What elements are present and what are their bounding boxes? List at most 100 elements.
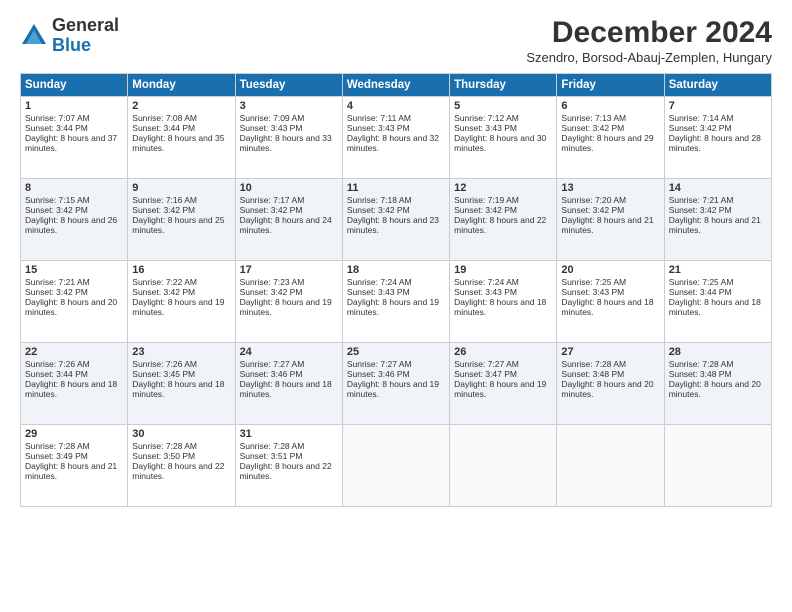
- calendar-cell: 24Sunrise: 7:27 AMSunset: 3:46 PMDayligh…: [235, 343, 342, 425]
- day-number: 4: [347, 100, 445, 112]
- title-block: December 2024 Szendro, Borsod-Abauj-Zemp…: [526, 16, 772, 65]
- day-of-week-friday: Friday: [557, 74, 664, 97]
- calendar-cell: 1Sunrise: 7:07 AMSunset: 3:44 PMDaylight…: [21, 97, 128, 179]
- calendar-week-3: 15Sunrise: 7:21 AMSunset: 3:42 PMDayligh…: [21, 261, 772, 343]
- sunset-text: Sunset: 3:42 PM: [561, 123, 624, 133]
- day-number: 27: [561, 346, 659, 358]
- sunset-text: Sunset: 3:42 PM: [454, 205, 517, 215]
- day-number: 10: [240, 182, 338, 194]
- sunset-text: Sunset: 3:51 PM: [240, 451, 303, 461]
- sunrise-text: Sunrise: 7:27 AM: [240, 359, 305, 369]
- calendar-week-4: 22Sunrise: 7:26 AMSunset: 3:44 PMDayligh…: [21, 343, 772, 425]
- day-number: 22: [25, 346, 123, 358]
- logo-blue: Blue: [52, 35, 91, 55]
- sunrise-text: Sunrise: 7:07 AM: [25, 113, 90, 123]
- calendar-cell: 20Sunrise: 7:25 AMSunset: 3:43 PMDayligh…: [557, 261, 664, 343]
- sunrise-text: Sunrise: 7:25 AM: [561, 277, 626, 287]
- calendar-cell: 12Sunrise: 7:19 AMSunset: 3:42 PMDayligh…: [450, 179, 557, 261]
- calendar-week-1: 1Sunrise: 7:07 AMSunset: 3:44 PMDaylight…: [21, 97, 772, 179]
- sunset-text: Sunset: 3:48 PM: [669, 369, 732, 379]
- day-of-week-tuesday: Tuesday: [235, 74, 342, 97]
- calendar-cell: 7Sunrise: 7:14 AMSunset: 3:42 PMDaylight…: [664, 97, 771, 179]
- calendar-cell: [450, 425, 557, 507]
- day-of-week-wednesday: Wednesday: [342, 74, 449, 97]
- daylight-text: Daylight: 8 hours and 26 minutes.: [25, 215, 117, 235]
- day-number: 30: [132, 428, 230, 440]
- sunrise-text: Sunrise: 7:22 AM: [132, 277, 197, 287]
- sunrise-text: Sunrise: 7:24 AM: [347, 277, 412, 287]
- sunrise-text: Sunrise: 7:28 AM: [25, 441, 90, 451]
- day-number: 28: [669, 346, 767, 358]
- daylight-text: Daylight: 8 hours and 22 minutes.: [240, 461, 332, 481]
- sunrise-text: Sunrise: 7:11 AM: [347, 113, 411, 123]
- sunset-text: Sunset: 3:46 PM: [347, 369, 410, 379]
- day-of-week-monday: Monday: [128, 74, 235, 97]
- sunrise-text: Sunrise: 7:13 AM: [561, 113, 626, 123]
- daylight-text: Daylight: 8 hours and 18 minutes.: [561, 297, 653, 317]
- sunset-text: Sunset: 3:42 PM: [132, 287, 195, 297]
- sunset-text: Sunset: 3:44 PM: [669, 287, 732, 297]
- daylight-text: Daylight: 8 hours and 23 minutes.: [347, 215, 439, 235]
- header: General Blue December 2024 Szendro, Bors…: [20, 16, 772, 65]
- calendar-cell: 25Sunrise: 7:27 AMSunset: 3:46 PMDayligh…: [342, 343, 449, 425]
- sunset-text: Sunset: 3:42 PM: [347, 205, 410, 215]
- calendar-cell: 30Sunrise: 7:28 AMSunset: 3:50 PMDayligh…: [128, 425, 235, 507]
- month-title: December 2024: [526, 16, 772, 50]
- day-number: 5: [454, 100, 552, 112]
- day-number: 29: [25, 428, 123, 440]
- calendar-cell: 8Sunrise: 7:15 AMSunset: 3:42 PMDaylight…: [21, 179, 128, 261]
- calendar-week-5: 29Sunrise: 7:28 AMSunset: 3:49 PMDayligh…: [21, 425, 772, 507]
- sunset-text: Sunset: 3:43 PM: [240, 123, 303, 133]
- day-number: 31: [240, 428, 338, 440]
- sunrise-text: Sunrise: 7:19 AM: [454, 195, 519, 205]
- day-number: 11: [347, 182, 445, 194]
- daylight-text: Daylight: 8 hours and 32 minutes.: [347, 133, 439, 153]
- daylight-text: Daylight: 8 hours and 22 minutes.: [132, 461, 224, 481]
- day-number: 6: [561, 100, 659, 112]
- logo-text: General Blue: [52, 16, 119, 56]
- logo-general: General: [52, 15, 119, 35]
- sunrise-text: Sunrise: 7:25 AM: [669, 277, 734, 287]
- calendar-cell: 2Sunrise: 7:08 AMSunset: 3:44 PMDaylight…: [128, 97, 235, 179]
- calendar-cell: 23Sunrise: 7:26 AMSunset: 3:45 PMDayligh…: [128, 343, 235, 425]
- sunset-text: Sunset: 3:43 PM: [347, 123, 410, 133]
- daylight-text: Daylight: 8 hours and 19 minutes.: [132, 297, 224, 317]
- daylight-text: Daylight: 8 hours and 18 minutes.: [454, 297, 546, 317]
- calendar-cell: 22Sunrise: 7:26 AMSunset: 3:44 PMDayligh…: [21, 343, 128, 425]
- daylight-text: Daylight: 8 hours and 25 minutes.: [132, 215, 224, 235]
- sunrise-text: Sunrise: 7:27 AM: [454, 359, 519, 369]
- sunrise-text: Sunrise: 7:28 AM: [132, 441, 197, 451]
- sunrise-text: Sunrise: 7:20 AM: [561, 195, 626, 205]
- calendar-cell: [664, 425, 771, 507]
- daylight-text: Daylight: 8 hours and 28 minutes.: [669, 133, 761, 153]
- day-number: 14: [669, 182, 767, 194]
- calendar-cell: 21Sunrise: 7:25 AMSunset: 3:44 PMDayligh…: [664, 261, 771, 343]
- sunset-text: Sunset: 3:47 PM: [454, 369, 517, 379]
- daylight-text: Daylight: 8 hours and 21 minutes.: [25, 461, 117, 481]
- day-number: 7: [669, 100, 767, 112]
- daylight-text: Daylight: 8 hours and 22 minutes.: [454, 215, 546, 235]
- sunrise-text: Sunrise: 7:28 AM: [669, 359, 734, 369]
- sunrise-text: Sunrise: 7:26 AM: [25, 359, 90, 369]
- sunrise-text: Sunrise: 7:28 AM: [561, 359, 626, 369]
- sunrise-text: Sunrise: 7:18 AM: [347, 195, 412, 205]
- daylight-text: Daylight: 8 hours and 18 minutes.: [240, 379, 332, 399]
- day-number: 20: [561, 264, 659, 276]
- calendar-cell: 11Sunrise: 7:18 AMSunset: 3:42 PMDayligh…: [342, 179, 449, 261]
- sunrise-text: Sunrise: 7:27 AM: [347, 359, 412, 369]
- daylight-text: Daylight: 8 hours and 35 minutes.: [132, 133, 224, 153]
- sunset-text: Sunset: 3:42 PM: [25, 205, 88, 215]
- calendar-cell: 19Sunrise: 7:24 AMSunset: 3:43 PMDayligh…: [450, 261, 557, 343]
- day-of-week-sunday: Sunday: [21, 74, 128, 97]
- daylight-text: Daylight: 8 hours and 18 minutes.: [669, 297, 761, 317]
- sunset-text: Sunset: 3:45 PM: [132, 369, 195, 379]
- day-number: 26: [454, 346, 552, 358]
- sunrise-text: Sunrise: 7:23 AM: [240, 277, 305, 287]
- day-number: 18: [347, 264, 445, 276]
- daylight-text: Daylight: 8 hours and 29 minutes.: [561, 133, 653, 153]
- day-of-week-saturday: Saturday: [664, 74, 771, 97]
- daylight-text: Daylight: 8 hours and 19 minutes.: [347, 297, 439, 317]
- sunrise-text: Sunrise: 7:24 AM: [454, 277, 519, 287]
- location-subtitle: Szendro, Borsod-Abauj-Zemplen, Hungary: [526, 50, 772, 65]
- sunset-text: Sunset: 3:46 PM: [240, 369, 303, 379]
